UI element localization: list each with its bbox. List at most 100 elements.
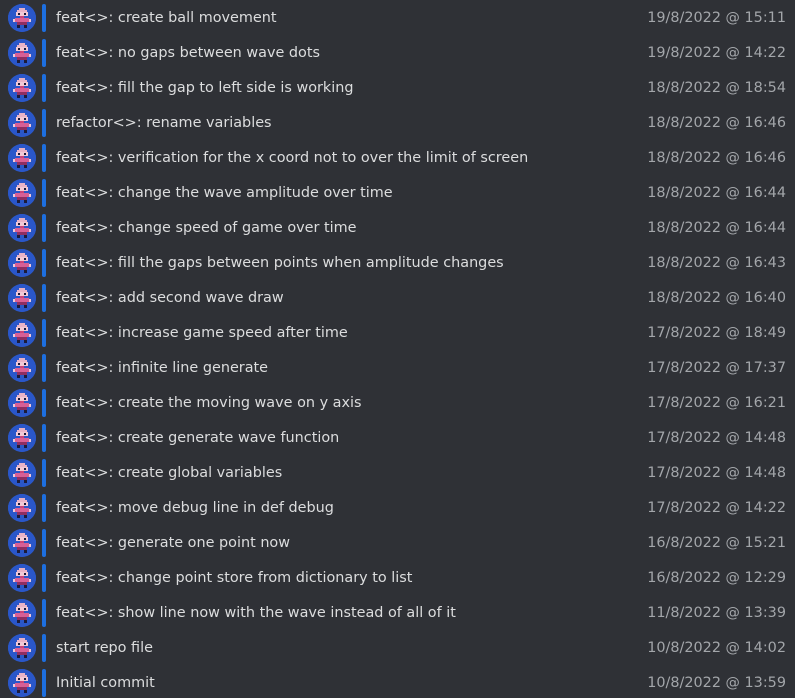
pixel-avatar-icon[interactable] xyxy=(8,354,36,382)
pixel-avatar-icon[interactable] xyxy=(8,389,36,417)
commit-timestamp: 10/8/2022 @ 14:02 xyxy=(647,640,786,656)
commit-list: feat<>: create ball movement 19/8/2022 @… xyxy=(0,0,795,698)
pixel-avatar-icon[interactable] xyxy=(8,144,36,172)
commit-timestamp: 17/8/2022 @ 17:37 xyxy=(647,360,786,376)
commit-message[interactable]: feat<>: change the wave amplitude over t… xyxy=(56,176,393,211)
pixel-avatar-icon[interactable] xyxy=(8,214,36,242)
pixel-avatar-icon[interactable] xyxy=(8,424,36,452)
commit-timestamp: 18/8/2022 @ 16:46 xyxy=(647,115,786,131)
commit-accent-bar xyxy=(42,39,46,67)
pixel-avatar-icon[interactable] xyxy=(8,669,36,697)
commit-message[interactable]: feat<>: create generate wave function xyxy=(56,421,339,456)
commit-message[interactable]: feat<>: fill the gap to left side is wor… xyxy=(56,71,354,106)
commit-row[interactable]: start repo file 10/8/2022 @ 14:02 xyxy=(0,631,795,666)
commit-message[interactable]: feat<>: generate one point now xyxy=(56,526,290,561)
commit-timestamp: 16/8/2022 @ 15:21 xyxy=(647,535,786,551)
commit-row[interactable]: feat<>: create generate wave function 17… xyxy=(0,421,795,456)
commit-message[interactable]: start repo file xyxy=(56,631,153,666)
commit-message[interactable]: feat<>: verification for the x coord not… xyxy=(56,141,528,176)
pixel-avatar-icon[interactable] xyxy=(8,564,36,592)
commit-accent-bar xyxy=(42,214,46,242)
commit-message[interactable]: feat<>: increase game speed after time xyxy=(56,316,348,351)
commit-accent-bar xyxy=(42,284,46,312)
commit-row[interactable]: feat<>: create global variables 17/8/202… xyxy=(0,456,795,491)
commit-message[interactable]: feat<>: move debug line in def debug xyxy=(56,491,334,526)
commit-accent-bar xyxy=(42,634,46,662)
commit-row[interactable]: refactor<>: rename variables 18/8/2022 @… xyxy=(0,106,795,141)
commit-timestamp: 18/8/2022 @ 16:46 xyxy=(647,150,786,166)
commit-message[interactable]: refactor<>: rename variables xyxy=(56,106,272,141)
commit-accent-bar xyxy=(42,389,46,417)
pixel-avatar-icon[interactable] xyxy=(8,529,36,557)
commit-row[interactable]: feat<>: add second wave draw 18/8/2022 @… xyxy=(0,281,795,316)
commit-row[interactable]: feat<>: change speed of game over time 1… xyxy=(0,211,795,246)
pixel-avatar-icon[interactable] xyxy=(8,179,36,207)
commit-timestamp: 16/8/2022 @ 12:29 xyxy=(647,570,786,586)
pixel-avatar-icon[interactable] xyxy=(8,494,36,522)
pixel-avatar-icon[interactable] xyxy=(8,459,36,487)
commit-accent-bar xyxy=(42,529,46,557)
commit-message[interactable]: feat<>: create global variables xyxy=(56,456,282,491)
commit-message[interactable]: feat<>: add second wave draw xyxy=(56,281,284,316)
commit-message[interactable]: feat<>: change point store from dictiona… xyxy=(56,561,412,596)
commit-row[interactable]: feat<>: move debug line in def debug 17/… xyxy=(0,491,795,526)
commit-message[interactable]: feat<>: change speed of game over time xyxy=(56,211,357,246)
commit-message[interactable]: feat<>: fill the gaps between points whe… xyxy=(56,246,504,281)
commit-row[interactable]: feat<>: no gaps between wave dots 19/8/2… xyxy=(0,36,795,71)
commit-accent-bar xyxy=(42,179,46,207)
pixel-avatar-icon[interactable] xyxy=(8,39,36,67)
commit-row[interactable]: feat<>: create the moving wave on y axis… xyxy=(0,386,795,421)
commit-accent-bar xyxy=(42,669,46,697)
commit-message[interactable]: feat<>: create the moving wave on y axis xyxy=(56,386,362,421)
pixel-avatar-icon[interactable] xyxy=(8,634,36,662)
commit-timestamp: 19/8/2022 @ 14:22 xyxy=(647,45,786,61)
commit-accent-bar xyxy=(42,249,46,277)
commit-message[interactable]: Initial commit xyxy=(56,666,155,698)
commit-accent-bar xyxy=(42,424,46,452)
commit-row[interactable]: feat<>: fill the gaps between points whe… xyxy=(0,246,795,281)
commit-timestamp: 11/8/2022 @ 13:39 xyxy=(647,605,786,621)
commit-row[interactable]: feat<>: generate one point now 16/8/2022… xyxy=(0,526,795,561)
commit-accent-bar xyxy=(42,4,46,32)
commit-timestamp: 19/8/2022 @ 15:11 xyxy=(647,10,786,26)
commit-row[interactable]: Initial commit 10/8/2022 @ 13:59 xyxy=(0,666,795,698)
commit-message[interactable]: feat<>: create ball movement xyxy=(56,1,277,36)
pixel-avatar-icon[interactable] xyxy=(8,74,36,102)
pixel-avatar-icon[interactable] xyxy=(8,249,36,277)
commit-accent-bar xyxy=(42,354,46,382)
commit-accent-bar xyxy=(42,494,46,522)
commit-timestamp: 17/8/2022 @ 14:22 xyxy=(647,500,786,516)
commit-row[interactable]: feat<>: show line now with the wave inst… xyxy=(0,596,795,631)
commit-timestamp: 18/8/2022 @ 16:43 xyxy=(647,255,786,271)
commit-timestamp: 17/8/2022 @ 14:48 xyxy=(647,430,786,446)
commit-accent-bar xyxy=(42,319,46,347)
commit-timestamp: 17/8/2022 @ 16:21 xyxy=(647,395,786,411)
pixel-avatar-icon[interactable] xyxy=(8,109,36,137)
commit-row[interactable]: feat<>: change point store from dictiona… xyxy=(0,561,795,596)
commit-accent-bar xyxy=(42,144,46,172)
commit-timestamp: 18/8/2022 @ 18:54 xyxy=(647,80,786,96)
pixel-avatar-icon[interactable] xyxy=(8,599,36,627)
commit-timestamp: 18/8/2022 @ 16:44 xyxy=(647,220,786,236)
commit-message[interactable]: feat<>: show line now with the wave inst… xyxy=(56,596,456,631)
commit-timestamp: 10/8/2022 @ 13:59 xyxy=(647,675,786,691)
commit-timestamp: 17/8/2022 @ 14:48 xyxy=(647,465,786,481)
commit-accent-bar xyxy=(42,564,46,592)
pixel-avatar-icon[interactable] xyxy=(8,284,36,312)
commit-row[interactable]: feat<>: change the wave amplitude over t… xyxy=(0,176,795,211)
commit-accent-bar xyxy=(42,599,46,627)
commit-row[interactable]: feat<>: infinite line generate 17/8/2022… xyxy=(0,351,795,386)
commit-timestamp: 17/8/2022 @ 18:49 xyxy=(647,325,786,341)
commit-row[interactable]: feat<>: verification for the x coord not… xyxy=(0,141,795,176)
commit-row[interactable]: feat<>: create ball movement 19/8/2022 @… xyxy=(0,1,795,36)
pixel-avatar-icon[interactable] xyxy=(8,319,36,347)
commit-timestamp: 18/8/2022 @ 16:44 xyxy=(647,185,786,201)
commit-message[interactable]: feat<>: no gaps between wave dots xyxy=(56,36,320,71)
commit-row[interactable]: feat<>: increase game speed after time 1… xyxy=(0,316,795,351)
commit-accent-bar xyxy=(42,459,46,487)
commit-row[interactable]: feat<>: fill the gap to left side is wor… xyxy=(0,71,795,106)
commit-message[interactable]: feat<>: infinite line generate xyxy=(56,351,268,386)
pixel-avatar-icon[interactable] xyxy=(8,4,36,32)
commit-accent-bar xyxy=(42,109,46,137)
commit-accent-bar xyxy=(42,74,46,102)
